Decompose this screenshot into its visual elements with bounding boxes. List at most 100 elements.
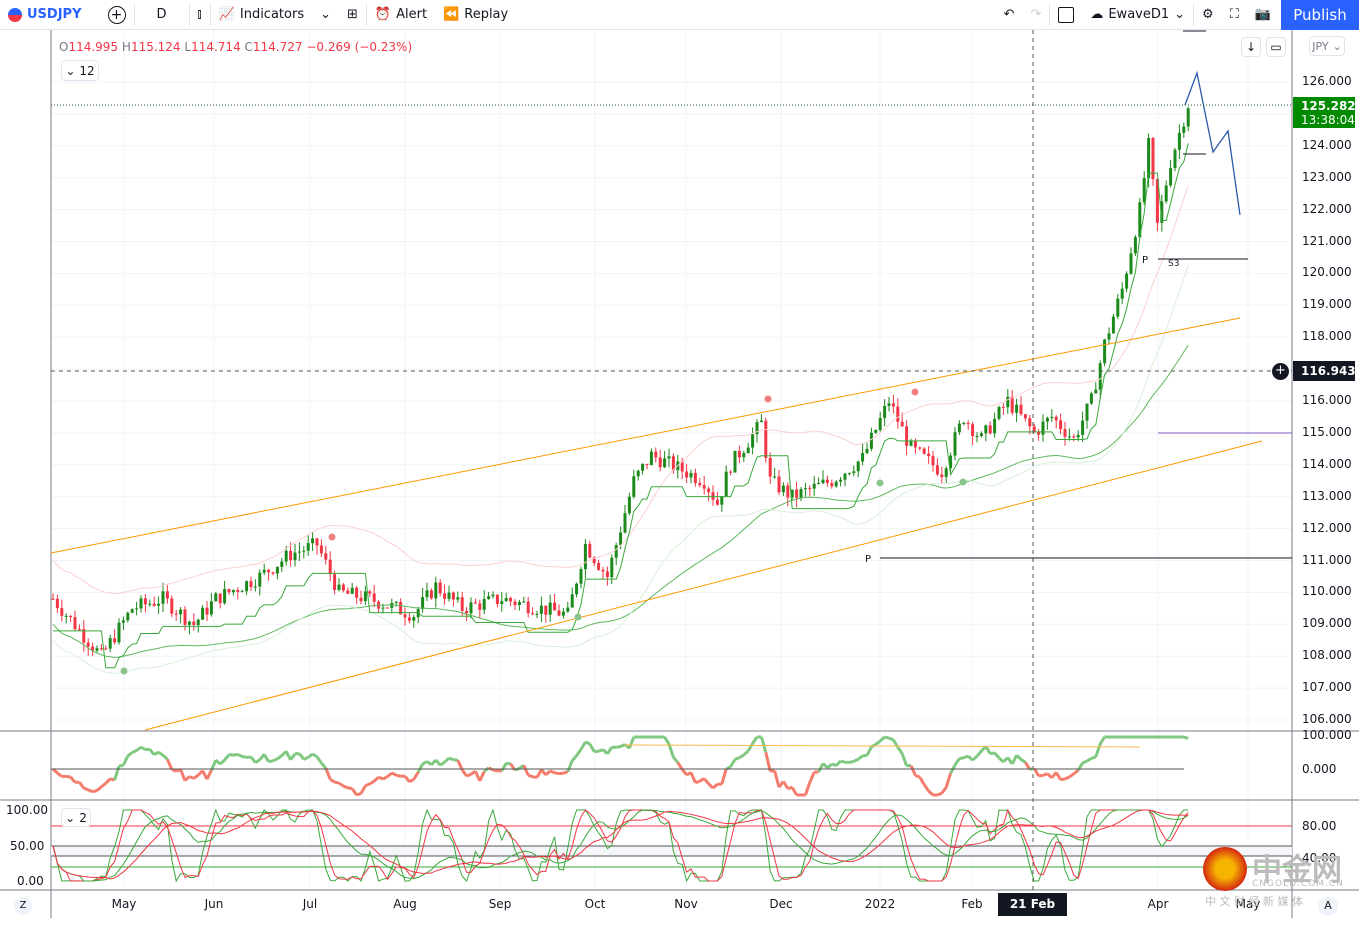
momentum-segment (453, 760, 457, 761)
candle-body (844, 474, 847, 480)
momentum-segment (137, 747, 141, 750)
momentum-segment (577, 749, 581, 755)
candle-body (703, 485, 706, 489)
momentum-segment (93, 791, 97, 792)
momentum-segment (673, 757, 677, 762)
momentum-segment (493, 770, 497, 771)
timezone-button[interactable]: Z (14, 897, 32, 915)
candle-body (263, 570, 266, 573)
momentum-segment (313, 754, 317, 757)
candle-body (404, 614, 407, 617)
candle-body (958, 424, 961, 433)
momentum-segment (753, 737, 757, 744)
candle-body (707, 489, 710, 493)
momentum-segment (1056, 772, 1060, 779)
candle-body (575, 584, 578, 595)
candle-body (870, 433, 873, 449)
candle-body (228, 589, 231, 592)
momentum-segment (458, 760, 462, 770)
momentum-segment (563, 772, 567, 774)
momentum-segment (775, 771, 779, 787)
candle-body (232, 590, 235, 592)
candle-body (804, 488, 807, 489)
candle-body (166, 591, 169, 598)
chart-canvas[interactable]: PPS3 (0, 0, 1359, 918)
candle-body (1002, 407, 1005, 408)
candle-body (56, 599, 59, 608)
time-tick: Aug (393, 897, 416, 911)
momentum-segment (273, 759, 277, 761)
pane2-collapse-button[interactable]: ⌄2 (61, 808, 91, 827)
candle-body (465, 611, 468, 613)
maximize-pane-button[interactable]: ▭ (1266, 37, 1286, 57)
momentum-segment (555, 773, 559, 774)
momentum-segment (709, 784, 713, 788)
momentum-segment (383, 777, 387, 779)
momentum-segment (995, 753, 999, 758)
candle-body (201, 608, 204, 620)
candle-body (1147, 138, 1150, 178)
candle-body (65, 616, 68, 617)
price-tick: 112.000 (1302, 521, 1352, 535)
candle-body (932, 456, 935, 465)
candle-body (800, 489, 803, 498)
momentum-segment (1061, 779, 1065, 780)
candle-body (307, 543, 310, 551)
momentum-segment (735, 758, 739, 760)
momentum-segment (506, 763, 510, 764)
momentum-segment (607, 747, 611, 754)
momentum-segment (194, 775, 198, 778)
momentum-segment (1017, 755, 1021, 759)
momentum-segment (959, 758, 963, 759)
candle-body (641, 464, 644, 471)
candle-body (131, 609, 134, 613)
momentum-segment (269, 761, 273, 762)
candle-body (509, 598, 512, 601)
momentum-segment (308, 754, 312, 757)
momentum-segment (841, 761, 845, 762)
momentum-segment (339, 783, 343, 786)
momentum-segment (616, 747, 620, 748)
candle-body (474, 602, 477, 603)
signal-dot (575, 614, 582, 621)
momentum-segment (484, 768, 488, 772)
candle-body (184, 610, 187, 625)
candle-body (461, 597, 464, 611)
momentum-segment (1100, 737, 1104, 744)
indicators-collapse-button[interactable]: ⌄12 (61, 60, 99, 81)
add-alert-icon[interactable]: + (1272, 363, 1289, 380)
momentum-segment (1184, 737, 1188, 738)
time-tick: Sep (489, 897, 512, 911)
candle-body (826, 480, 829, 483)
osc1-axis[interactable]: 100.000 0.000 (1292, 731, 1359, 800)
candle-body (373, 594, 376, 602)
time-tick: Jul (303, 897, 317, 911)
candle-body (492, 595, 495, 596)
candle-body (531, 613, 534, 614)
candle-body (439, 582, 442, 593)
momentum-segment (264, 754, 268, 761)
candle-body (558, 610, 561, 615)
candle-body (839, 480, 842, 482)
momentum-segment (172, 769, 176, 771)
candle-body (690, 473, 693, 478)
candle-body (795, 490, 798, 498)
candle-body (668, 456, 671, 458)
candle-body (857, 461, 860, 471)
candle-body (650, 452, 653, 465)
candle-body (122, 620, 125, 622)
candle-body (1187, 108, 1190, 126)
candle-body (606, 571, 609, 577)
candle-body (888, 403, 891, 406)
momentum-segment (304, 757, 308, 759)
momentum-segment (867, 747, 871, 756)
candle-body (905, 426, 908, 445)
time-tick: Nov (674, 897, 697, 911)
scroll-down-button[interactable]: ↓ (1241, 37, 1261, 57)
candle-body (751, 434, 754, 447)
momentum-segment (629, 737, 633, 748)
price-tick: 118.000 (1302, 329, 1352, 343)
candle-body (60, 608, 63, 616)
momentum-segment (427, 761, 431, 764)
candle-body (1174, 150, 1177, 168)
